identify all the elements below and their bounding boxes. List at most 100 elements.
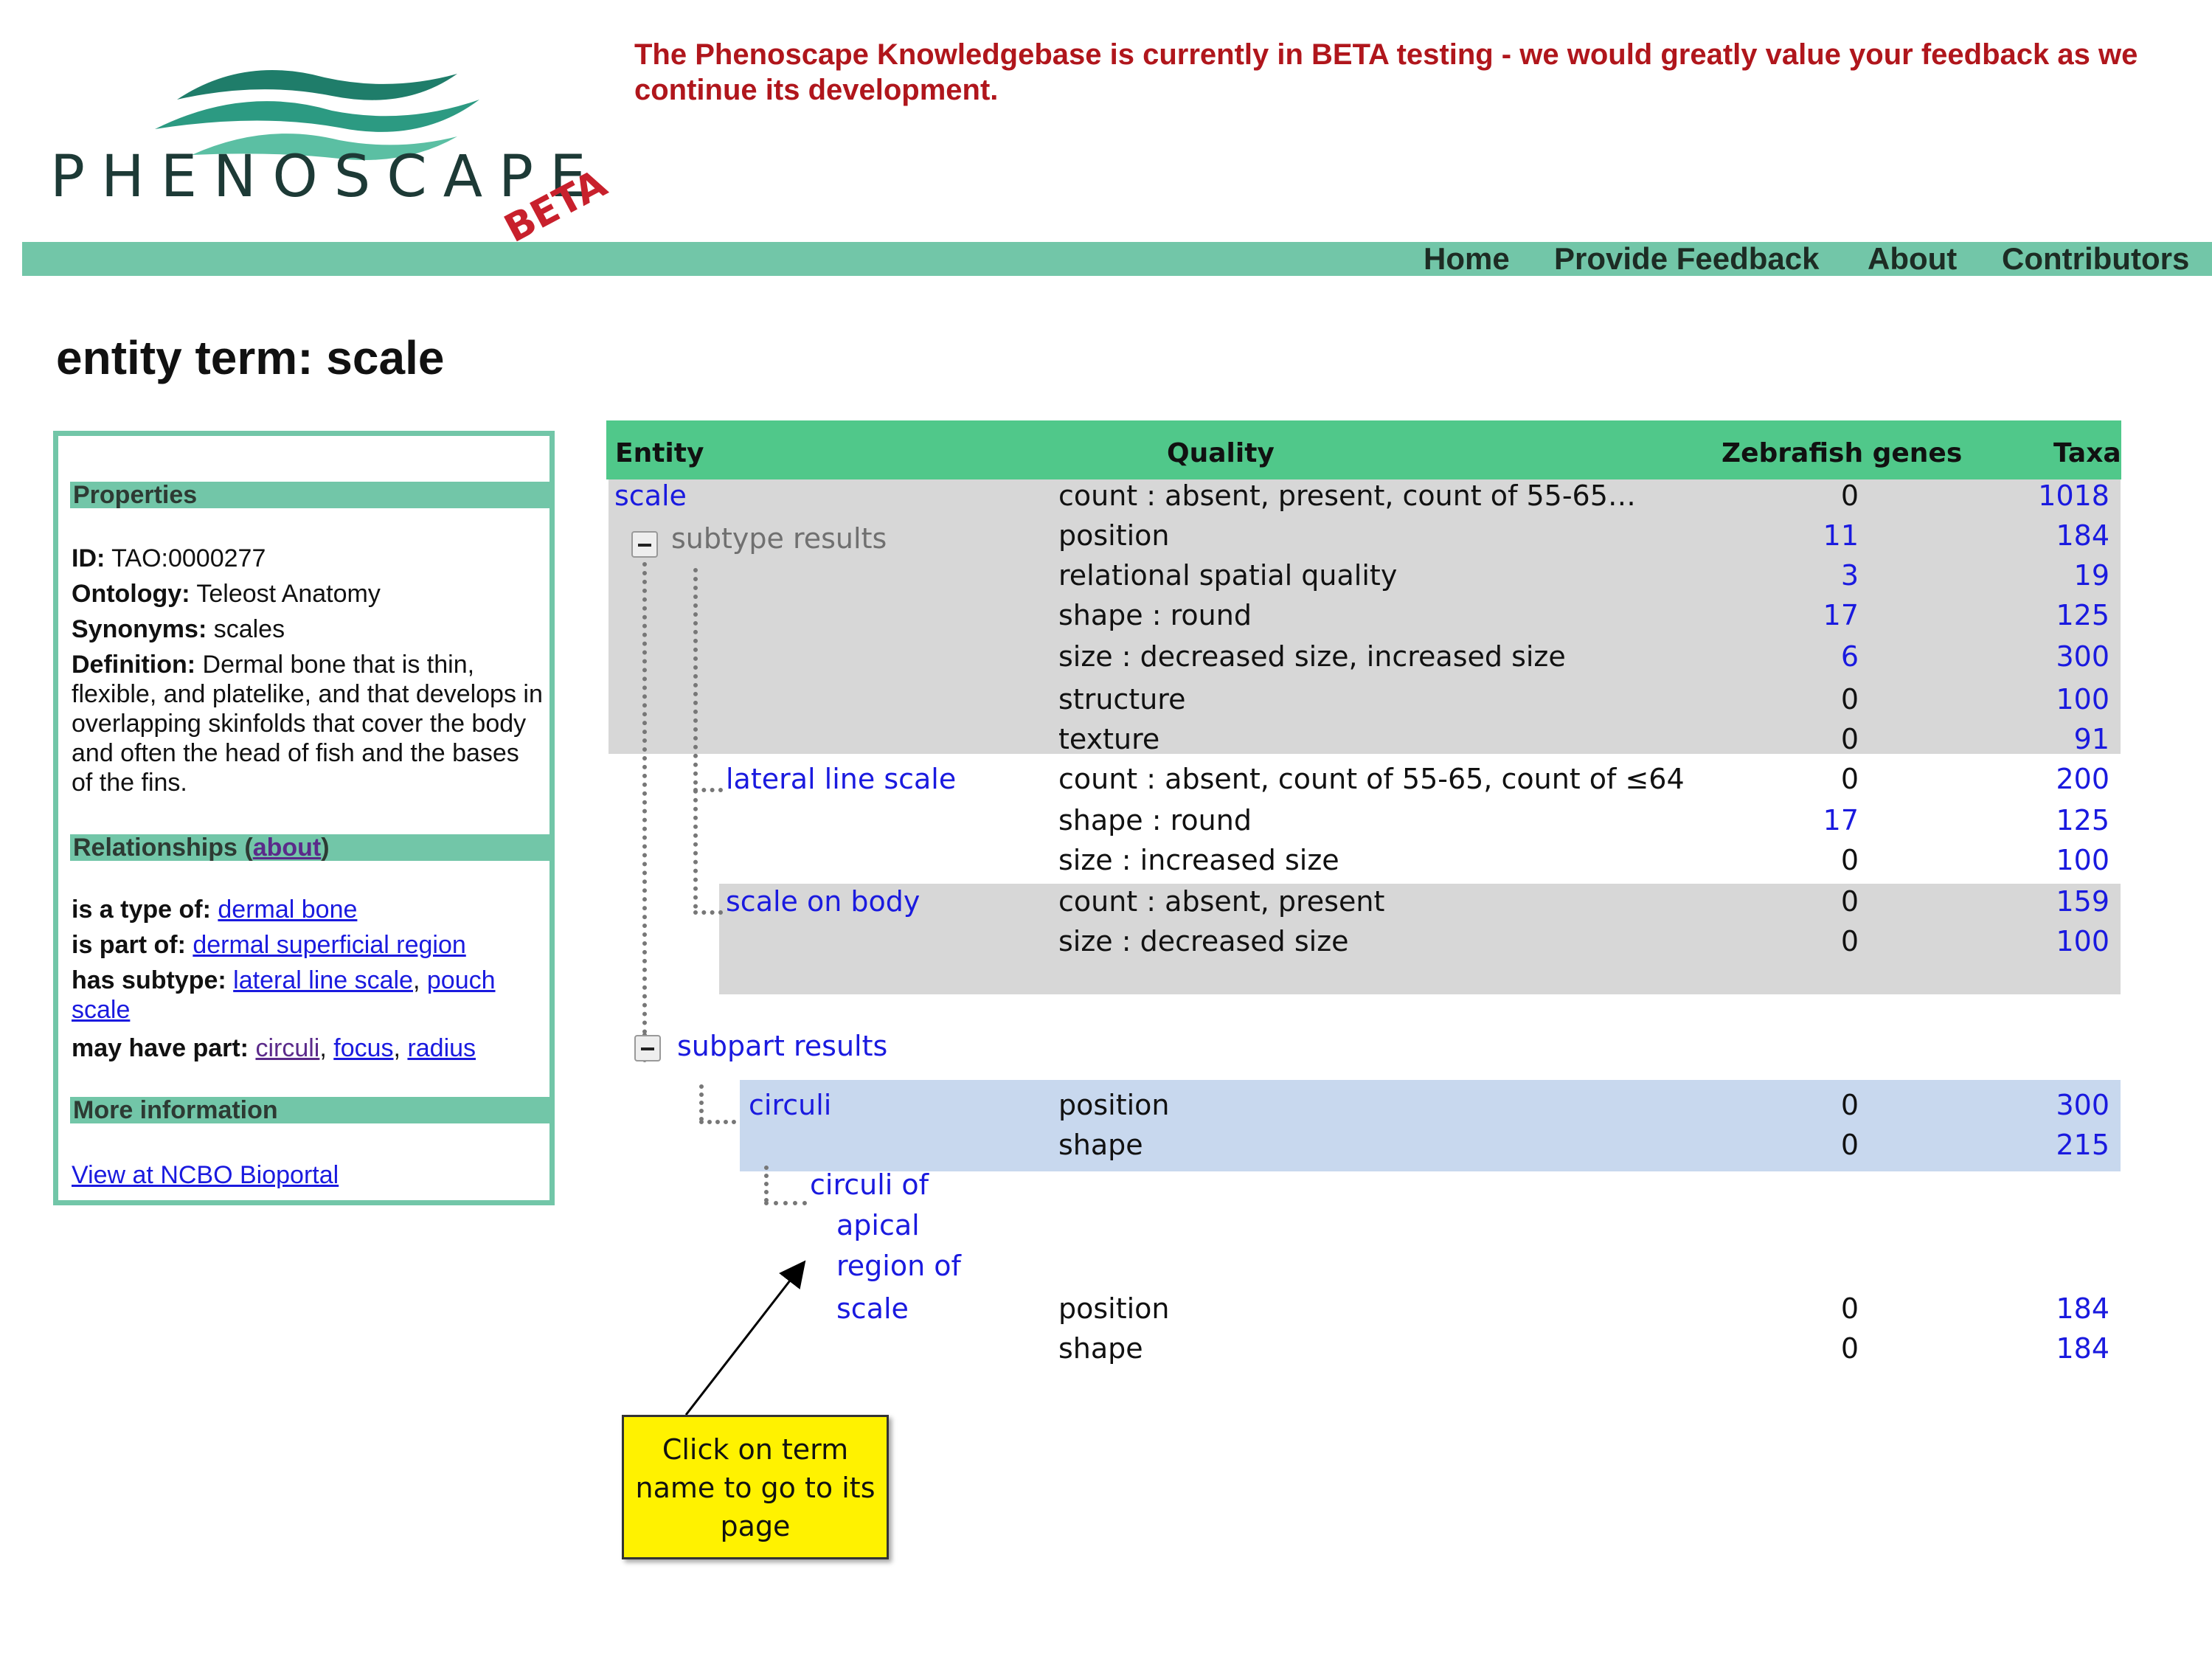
taxa-count[interactable]: 200	[1991, 761, 2109, 797]
more-info-heading: More information	[70, 1097, 549, 1123]
circuli-link[interactable]: circuli	[255, 1034, 319, 1062]
quality-cell: shape : round	[1058, 804, 1252, 837]
zebrafish-genes-count: 0	[1840, 1332, 1859, 1365]
results-table-header: Entity Quality Zebrafish genes Taxa	[606, 420, 2121, 479]
col-entity: Entity	[615, 438, 704, 468]
taxa-count[interactable]: 159	[1991, 884, 2109, 919]
entity-circuli-apical-line[interactable]: region of	[836, 1248, 961, 1284]
term-synonyms: Synonyms: scales	[72, 614, 544, 644]
beta-notice: The Phenoscape Knowledgebase is currentl…	[634, 38, 2138, 106]
zebrafish-genes-count: 0	[1840, 763, 1859, 795]
taxa-count[interactable]: 125	[1991, 598, 2109, 633]
zebrafish-genes-count: 0	[1840, 844, 1859, 876]
zebrafish-genes-count: 0	[1840, 723, 1859, 755]
taxa-count[interactable]: 300	[1991, 639, 2109, 674]
taxa-count[interactable]: 1018	[1991, 478, 2109, 513]
subpart-collapse-icon[interactable]	[634, 1035, 661, 1061]
entity-circuli-apical-line[interactable]: scale	[836, 1291, 909, 1326]
entity-circuli[interactable]: circuli	[749, 1087, 831, 1123]
dermal-bone-link[interactable]: dermal bone	[218, 896, 357, 924]
taxa-count[interactable]: 125	[1991, 803, 2109, 838]
bioportal-row: View at NCBO Bioportal	[72, 1160, 544, 1190]
part-separator: ,	[319, 1034, 334, 1062]
is-part-of: is part of: dermal superficial region	[72, 930, 544, 960]
taxa-count[interactable]: 184	[1991, 1291, 2109, 1326]
taxa-count[interactable]: 184	[1991, 1331, 2109, 1366]
synonyms-label: Synonyms:	[72, 615, 207, 643]
quality-cell: position	[1058, 1089, 1170, 1121]
quality-cell: position	[1058, 1292, 1170, 1325]
focus-link[interactable]: focus	[333, 1034, 393, 1062]
callout-arrow-icon	[684, 1260, 806, 1416]
subtype-results-label: subtype results	[671, 522, 887, 555]
radius-link[interactable]: radius	[407, 1034, 476, 1062]
taxa-count[interactable]: 215	[1991, 1127, 2109, 1163]
entity-circuli-apical-line[interactable]: apical	[836, 1208, 920, 1243]
has-subtype-label: has subtype:	[72, 966, 226, 994]
is-part-label: is part of:	[72, 931, 186, 959]
relationships-about-link[interactable]: about	[253, 834, 322, 862]
taxa-count[interactable]: 19	[1991, 558, 2109, 593]
zebrafish-genes-count: 0	[1840, 479, 1859, 512]
subtype-tree-line	[642, 562, 647, 1034]
entity-scale[interactable]: scale	[614, 478, 687, 513]
ontology-label: Ontology:	[72, 580, 190, 608]
is-type-label: is a type of:	[72, 896, 211, 924]
phenoscape-logo[interactable]: PHENOSCAPE BETA	[22, 41, 614, 252]
bioportal-link[interactable]: View at NCBO Bioportal	[72, 1161, 339, 1189]
quality-cell: size : decreased size	[1058, 925, 1349, 957]
zebrafish-genes-count[interactable]: 3	[1800, 558, 1859, 593]
relationships-heading-close: )	[321, 834, 330, 862]
taxa-count[interactable]: 100	[1991, 924, 2109, 959]
entity-circuli-apical-line[interactable]: circuli of	[810, 1167, 929, 1202]
zebrafish-genes-count: 0	[1840, 885, 1859, 918]
quality-cell: relational spatial quality	[1058, 559, 1398, 592]
quality-cell: count : absent, count of 55-65, count of…	[1058, 763, 1685, 795]
is-type-of: is a type of: dermal bone	[72, 895, 544, 924]
subtype-separator: ,	[412, 966, 427, 994]
quality-cell: count : absent, present	[1058, 885, 1385, 918]
entity-scale-on-body[interactable]: scale on body	[726, 884, 920, 919]
taxa-count[interactable]: 300	[1991, 1087, 2109, 1123]
part-separator: ,	[393, 1034, 408, 1062]
quality-cell: count : absent, present, count of 55-65…	[1058, 479, 1636, 512]
col-taxa: Taxa	[2053, 438, 2121, 468]
nav-contributors[interactable]: Contributors	[2002, 242, 2189, 276]
page-title: entity term: scale	[56, 331, 445, 384]
quality-cell: texture	[1058, 723, 1160, 755]
zebrafish-genes-count[interactable]: 17	[1800, 598, 1859, 633]
properties-heading: Properties	[70, 482, 549, 508]
taxa-count[interactable]: 91	[1991, 721, 2109, 757]
subpart-results-label[interactable]: subpart results	[677, 1028, 887, 1064]
zebrafish-genes-count[interactable]: 17	[1800, 803, 1859, 838]
taxa-count[interactable]: 100	[1991, 842, 2109, 878]
quality-cell: structure	[1058, 683, 1186, 716]
zebrafish-genes-count[interactable]: 11	[1800, 518, 1859, 553]
apical-connector	[764, 1201, 807, 1205]
term-ontology: Ontology: Teleost Anatomy	[72, 579, 544, 609]
nav-about[interactable]: About	[1868, 242, 1957, 276]
quality-cell: shape	[1058, 1332, 1143, 1365]
taxa-count[interactable]: 184	[1991, 518, 2109, 553]
id-label: ID:	[72, 544, 105, 572]
zebrafish-genes-count: 0	[1840, 1089, 1859, 1121]
zebrafish-genes-count[interactable]: 6	[1800, 639, 1859, 674]
quality-cell: position	[1058, 519, 1170, 552]
quality-cell: shape : round	[1058, 599, 1252, 631]
quality-cell: size : decreased size, increased size	[1058, 640, 1566, 673]
term-info-panel: Properties ID: TAO:0000277 Ontology: Tel…	[53, 431, 555, 1205]
entity-lateral-line-scale[interactable]: lateral line scale	[726, 761, 956, 797]
top-nav-bar: Home Provide Feedback About Contributors	[22, 242, 2212, 276]
circuli-band	[740, 1080, 2121, 1171]
nav-home[interactable]: Home	[1424, 242, 1510, 276]
lateral-line-connector	[693, 788, 723, 792]
click-term-callout: Click on term name to go to its page	[622, 1415, 889, 1559]
subtype-collapse-icon[interactable]	[631, 531, 658, 558]
scale-on-body-connector	[693, 910, 723, 915]
nav-provide-feedback[interactable]: Provide Feedback	[1554, 242, 1819, 276]
dermal-superficial-region-link[interactable]: dermal superficial region	[193, 931, 465, 959]
quality-cell: shape	[1058, 1129, 1143, 1161]
lateral-line-scale-link[interactable]: lateral line scale	[233, 966, 413, 994]
taxa-count[interactable]: 100	[1991, 682, 2109, 717]
may-have-part-label: may have part:	[72, 1034, 249, 1062]
